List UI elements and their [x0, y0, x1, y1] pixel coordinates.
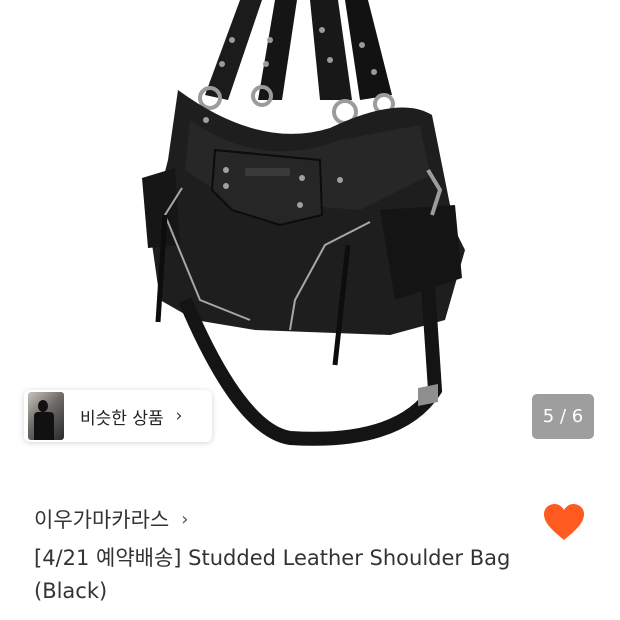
chevron-right-icon: ›: [181, 508, 189, 530]
similar-products-button[interactable]: 비슷한 상품 ›: [24, 390, 212, 442]
image-page-counter: 5 / 6: [532, 394, 594, 439]
image-page-counter-text: 5 / 6: [542, 406, 584, 427]
chevron-right-icon: ›: [175, 406, 183, 426]
heart-icon: [544, 504, 584, 540]
product-title: [4/21 예약배송] Studded Leather Shoulder Bag…: [34, 546, 511, 603]
brand-name: 이우가마카라스: [34, 508, 170, 532]
like-button[interactable]: [542, 502, 586, 542]
brand-link[interactable]: 이우가마카라스 ›: [34, 504, 188, 534]
similar-products-label: 비슷한 상품: [80, 408, 164, 429]
similar-product-thumbnail: [28, 392, 64, 440]
